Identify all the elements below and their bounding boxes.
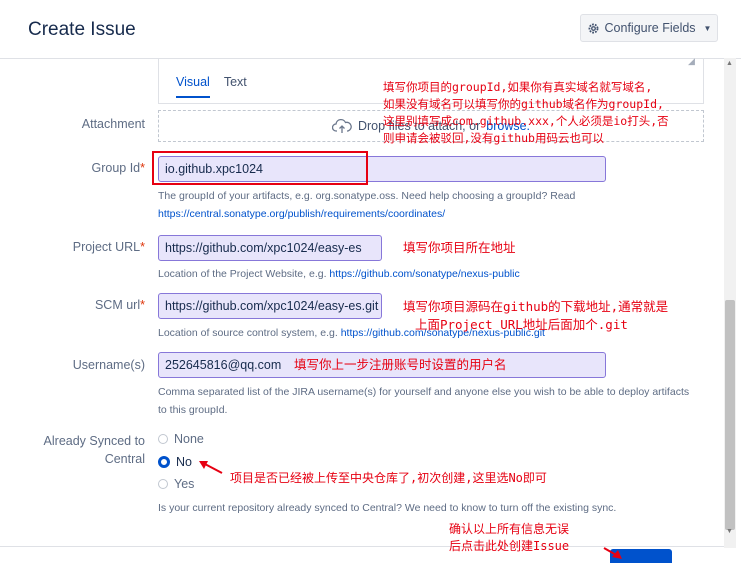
scm-url-help-text: Location of source control system, e.g. — [158, 327, 338, 339]
scroll-up-icon[interactable]: ▲ — [726, 60, 733, 67]
radio-circle-icon[interactable] — [158, 479, 168, 489]
annotation-username: 填写你上一步注册账号时设置的用户名 — [294, 357, 507, 372]
dialog-title: Create Issue — [28, 19, 136, 40]
already-synced-label: Already Synced to Central — [44, 432, 145, 468]
required-marker: * — [140, 240, 145, 254]
radio-no-label: No — [176, 455, 192, 469]
project-url-help: Location of the Project Website, e.g. ht… — [158, 265, 706, 283]
arrowhead-icon — [199, 461, 208, 469]
radio-no[interactable]: No — [158, 455, 192, 469]
usernames-help: Comma separated list of the JIRA usernam… — [158, 383, 706, 419]
annotation-line: 则申请会被驳回,没有github用码云也可以 — [383, 131, 604, 145]
footer-divider — [0, 546, 724, 547]
radio-checked-icon[interactable] — [158, 456, 170, 468]
attachment-label: Attachment — [81, 117, 145, 131]
already-synced-label-line2: Central — [104, 452, 145, 466]
dialog-header: Create Issue Configure Fields ▼ — [0, 0, 741, 59]
scrollbar-thumb[interactable] — [725, 300, 735, 530]
editor-tabs: Visual Text — [176, 75, 247, 98]
chevron-down-icon: ▼ — [703, 23, 712, 33]
annotation-line: 确认以上所有信息无误 — [449, 522, 570, 536]
project-url-label: Project URL* — [73, 240, 145, 254]
radio-none-label: None — [174, 432, 204, 446]
annotation-synced: 项目是否已经被上传至中央仓库了,初次创建,这里选No即可 — [230, 471, 547, 485]
create-button[interactable] — [610, 549, 672, 563]
usernames-help-line2: to this groupId. — [158, 404, 228, 416]
radio-circle-icon[interactable] — [158, 434, 168, 444]
resize-grip-icon[interactable]: ◢ — [688, 56, 695, 67]
annotation-line: 如果没有域名可以填写你的github域名作为groupId, — [383, 97, 664, 111]
annotation-create: 确认以上所有信息无误 后点击此处创建Issue — [449, 521, 569, 555]
project-url-help-text: Location of the Project Website, e.g. — [158, 268, 327, 280]
required-marker: * — [140, 298, 145, 312]
radio-none[interactable]: None — [158, 432, 204, 446]
configure-fields-label: Configure Fields — [604, 21, 696, 35]
usernames-help-line1: Comma separated list of the JIRA usernam… — [158, 386, 690, 398]
annotation-group-id: 填写你项目的groupId,如果你有真实域名就写域名, 如果没有域名可以填写你的… — [383, 79, 669, 147]
group-id-help: The groupId of your artifacts, e.g. org.… — [158, 187, 706, 223]
gear-icon — [588, 23, 598, 33]
group-id-help-text: The groupId of your artifacts, e.g. org.… — [158, 190, 576, 202]
tab-visual[interactable]: Visual — [176, 75, 210, 98]
annotation-project-url: 填写你项目所在地址 — [403, 240, 516, 255]
highlight-box — [152, 151, 368, 185]
group-id-label: Group Id* — [91, 161, 145, 175]
scm-url-label: SCM url* — [95, 298, 145, 312]
scroll-down-icon[interactable]: ▼ — [726, 528, 733, 535]
arrow-to-no-option — [202, 462, 223, 474]
annotation-line: 填写你项目源码在github的下载地址,通常就是 — [403, 299, 669, 314]
usernames-label: Username(s) — [72, 358, 145, 372]
project-url-help-link[interactable]: https://github.com/sonatype/nexus-public — [329, 268, 519, 280]
already-synced-help: Is your current repository already synce… — [158, 502, 617, 514]
group-id-help-link[interactable]: https://central.sonatype.org/publish/req… — [158, 208, 445, 220]
annotation-line: 后点击此处创建Issue — [449, 539, 570, 553]
radio-yes[interactable]: Yes — [158, 477, 194, 491]
tab-text[interactable]: Text — [224, 75, 247, 98]
cloud-upload-icon — [331, 118, 352, 133]
group-id-label-text: Group Id — [91, 161, 141, 175]
annotation-line: 这里别填写成com.github.xxx,个人必须是io打头,否 — [383, 114, 669, 128]
radio-yes-label: Yes — [174, 477, 195, 491]
scm-url-input[interactable]: https://github.com/xpc1024/easy-es.git — [158, 293, 382, 319]
configure-fields-button[interactable]: Configure Fields ▼ — [580, 14, 718, 42]
project-url-label-text: Project URL — [72, 240, 141, 254]
required-marker: * — [140, 161, 145, 175]
scm-url-label-text: SCM url — [94, 298, 141, 312]
annotation-line: 上面Project URL地址后面加个.git — [415, 317, 628, 332]
already-synced-label-line1: Already Synced to — [43, 434, 145, 448]
annotation-line: 填写你项目的groupId,如果你有真实域名就写域名, — [383, 80, 653, 94]
annotation-scm-url: 填写你项目源码在github的下载地址,通常就是 上面Project URL地址… — [403, 298, 668, 334]
project-url-input[interactable]: https://github.com/xpc1024/easy-es — [158, 235, 382, 261]
